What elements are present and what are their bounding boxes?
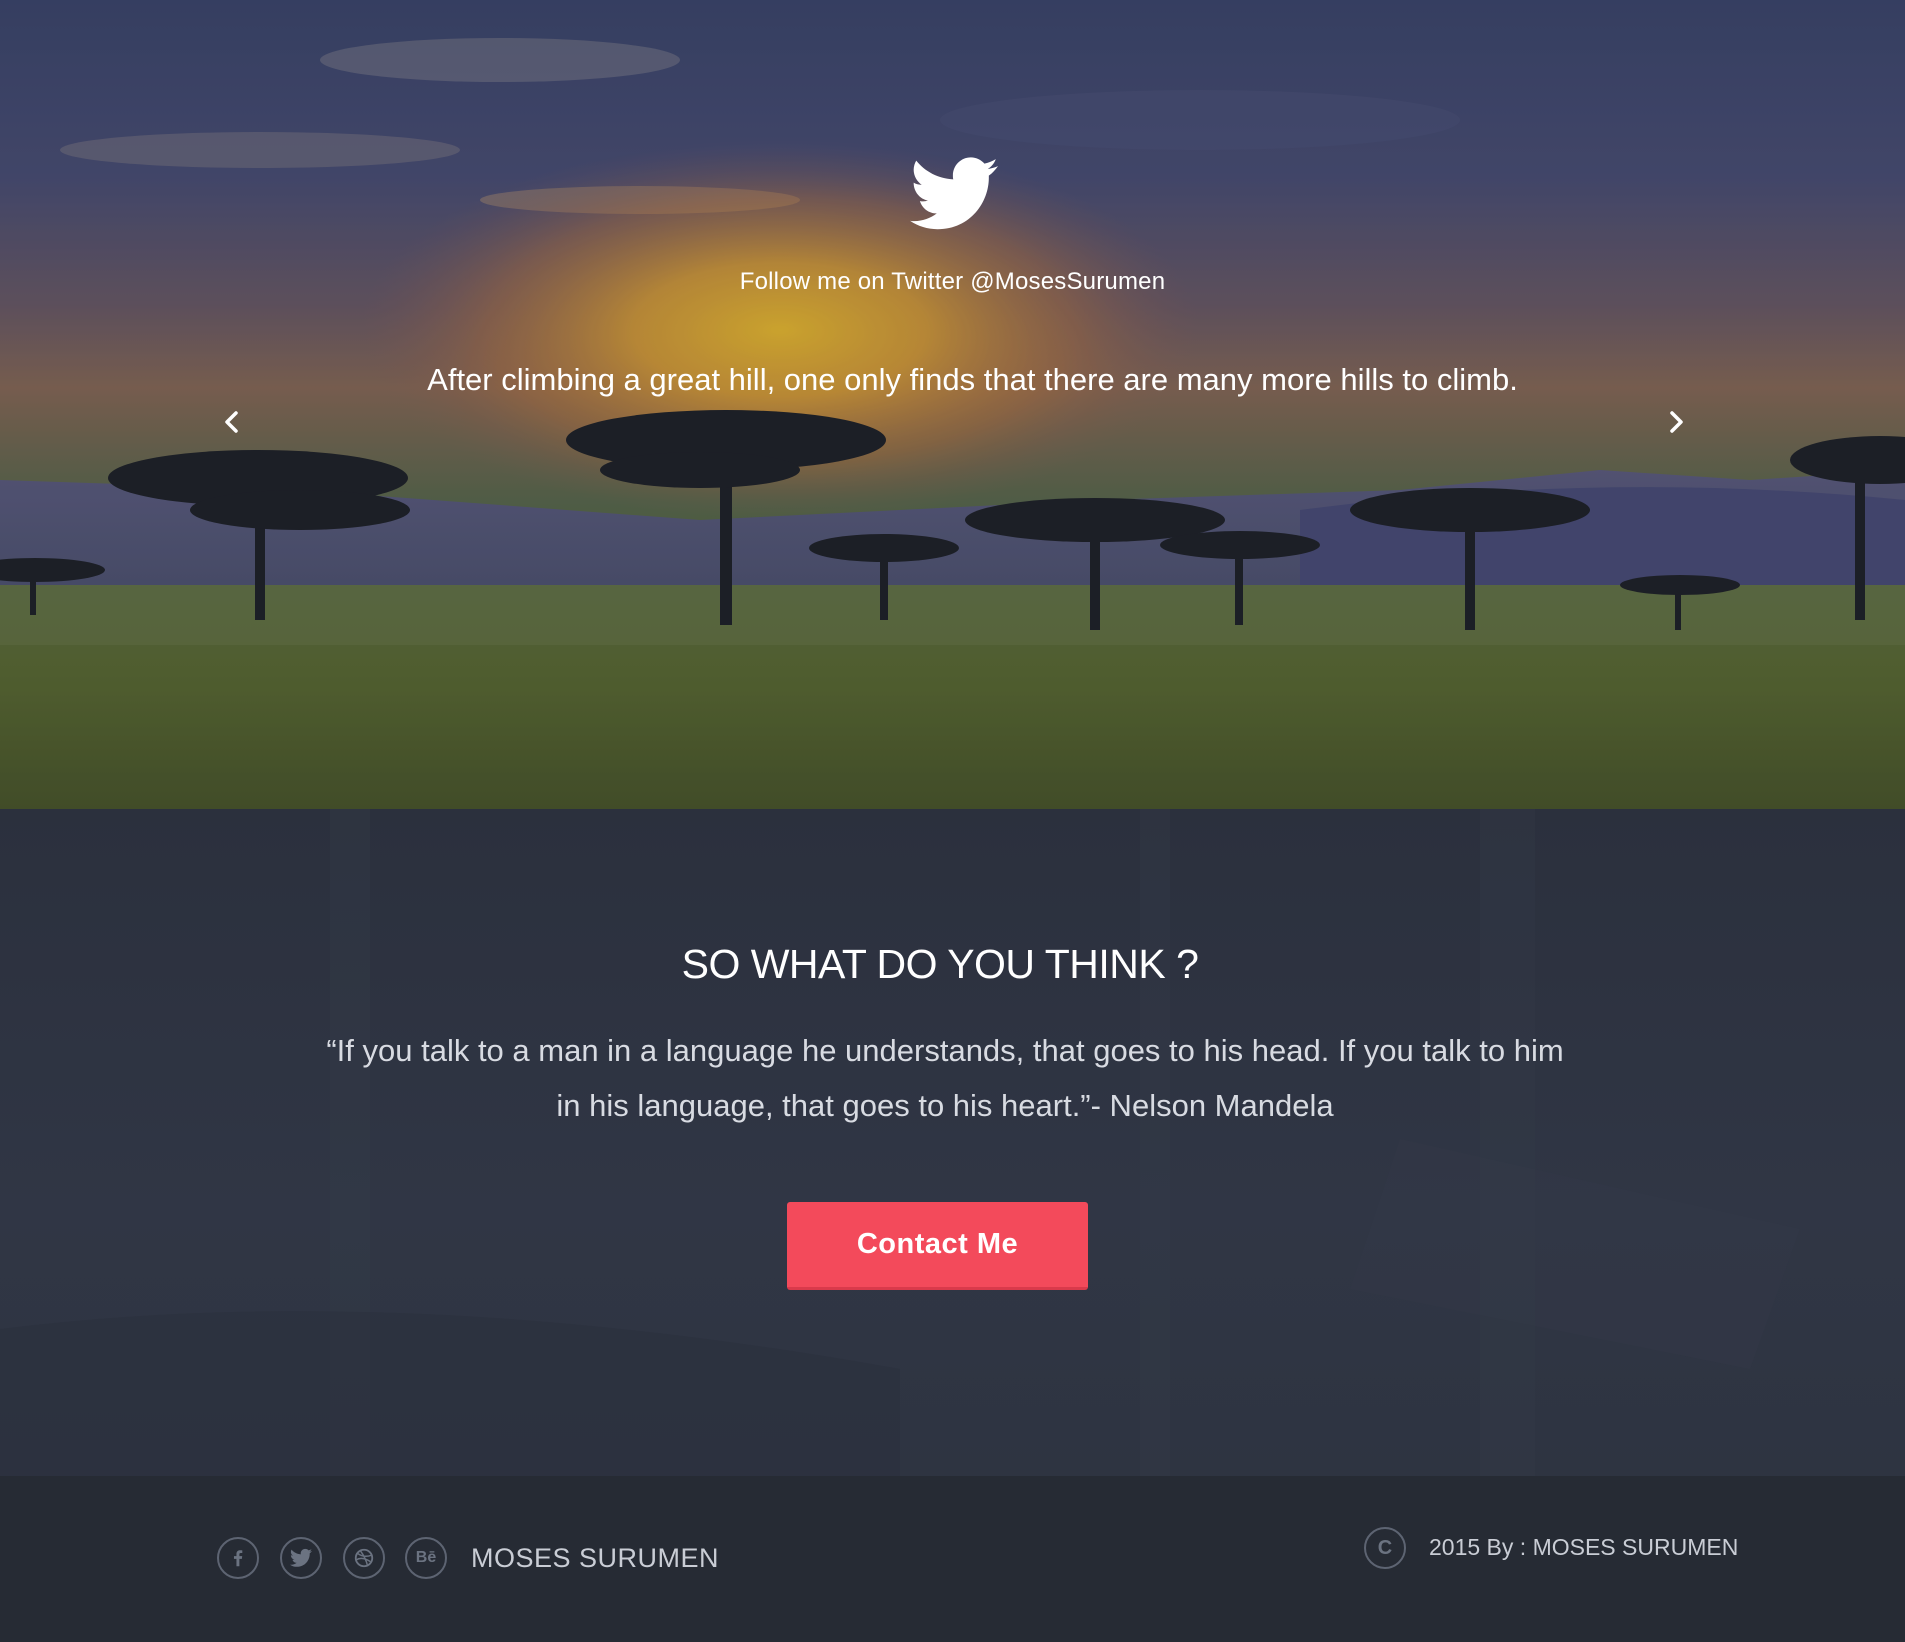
site-footer: Bē MOSES SURUMEN C 2015 By : MOSES SURUM… bbox=[0, 1476, 1905, 1642]
dribbble-icon bbox=[354, 1548, 374, 1568]
cta-quote: “If you talk to a man in a language he u… bbox=[326, 1033, 1564, 1123]
twitter-link[interactable] bbox=[280, 1537, 322, 1579]
twitter-icon bbox=[290, 1548, 312, 1567]
carousel-next-button[interactable] bbox=[1658, 404, 1694, 440]
latest-tweet-text: After climbing a great hill, one only fi… bbox=[427, 362, 1518, 397]
copyright-text: 2015 By : MOSES SURUMEN bbox=[1429, 1534, 1739, 1560]
footer-brand-name: MOSES SURUMEN bbox=[471, 1543, 720, 1573]
chevron-right-icon bbox=[1670, 411, 1683, 433]
contact-cta-section: SO WHAT DO YOU THINK ? “If you talk to a… bbox=[0, 809, 1905, 1476]
cta-title: SO WHAT DO YOU THINK ? bbox=[681, 941, 1199, 987]
chevron-left-icon bbox=[225, 411, 238, 433]
twitter-bird-icon[interactable] bbox=[910, 156, 998, 232]
carousel-prev-button[interactable] bbox=[214, 404, 250, 440]
copyright-icon: C bbox=[1364, 1527, 1406, 1569]
contact-me-button[interactable]: Contact Me bbox=[787, 1202, 1088, 1290]
facebook-icon bbox=[233, 1550, 243, 1567]
facebook-link[interactable] bbox=[217, 1537, 259, 1579]
hero-overlay bbox=[0, 0, 1905, 809]
hero-section: Follow me on Twitter @MosesSurumen After… bbox=[0, 0, 1905, 809]
cta-background-texture bbox=[0, 809, 1800, 1476]
dribbble-link[interactable] bbox=[343, 1537, 385, 1579]
twitter-follow-text[interactable]: Follow me on Twitter @MosesSurumen bbox=[0, 268, 1905, 296]
behance-link[interactable]: Bē bbox=[405, 1537, 447, 1579]
behance-icon: Bē bbox=[415, 1549, 437, 1566]
